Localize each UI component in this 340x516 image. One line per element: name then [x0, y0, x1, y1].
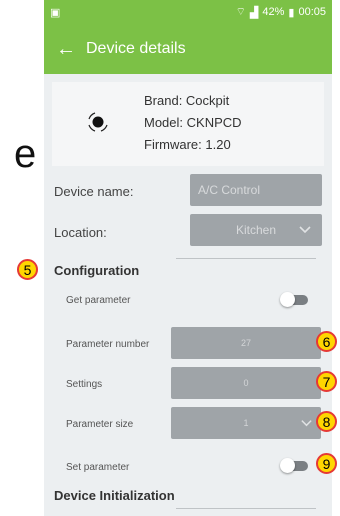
callout-badge-6: 6 — [316, 331, 337, 352]
location-label: Location: — [54, 225, 107, 240]
parameter-size-label: Parameter size — [66, 419, 134, 430]
parameter-number-input[interactable]: 27 — [171, 327, 321, 359]
device-model: Model: CKNPCD — [144, 115, 242, 130]
callout-badge-8: 8 — [316, 411, 337, 432]
toggle-knob — [280, 292, 295, 307]
clock: 00:05 — [298, 6, 326, 18]
get-parameter-toggle[interactable] — [280, 292, 308, 307]
battery-text: 42% — [262, 6, 285, 18]
app-bar: ← Device details — [44, 24, 332, 74]
device-name-label: Device name: — [54, 184, 134, 199]
device-initialization-title: Device Initialization — [54, 488, 175, 503]
callout-badge-9: 9 — [316, 453, 337, 474]
status-right: ⌔ ▟ 42% ▮ 00:05 — [236, 5, 326, 19]
battery-icon: ▮ — [288, 6, 295, 19]
wifi-icon: ⌔ — [235, 6, 246, 18]
set-parameter-toggle[interactable] — [280, 458, 308, 473]
divider — [176, 258, 316, 259]
configuration-title: Configuration — [54, 263, 140, 278]
signal-icon: ▟ — [249, 6, 259, 19]
callout-badge-7: 7 — [316, 371, 337, 392]
device-name-input[interactable]: A/C Control — [190, 174, 322, 206]
device-firmware: Firmware: 1.20 — [144, 137, 231, 152]
screen-icon: ▣ — [50, 6, 61, 19]
device-text: Brand: Cockpit Model: CKNPCD Firmware: 1… — [144, 90, 242, 156]
device-brand: Brand: Cockpit — [144, 93, 230, 108]
settings-label: Settings — [66, 379, 103, 390]
divider — [176, 508, 316, 509]
device-info-card: Brand: Cockpit Model: CKNPCD Firmware: 1… — [52, 82, 324, 166]
location-value: Kitchen — [235, 223, 277, 237]
get-parameter-label: Get parameter — [66, 295, 131, 306]
device-icon — [88, 112, 108, 132]
phone-screen: ▣ ⌔ ▟ 42% ▮ 00:05 ← Device details Brand… — [44, 0, 332, 516]
chevron-down-icon — [301, 420, 312, 427]
background-text: e — [14, 132, 37, 176]
screenshot-stage: e ▣ ⌔ ▟ 42% ▮ 00:05 ← Device details Bra… — [0, 0, 340, 516]
parameter-number-label: Parameter number — [66, 339, 150, 350]
parameter-size-value: 1 — [243, 418, 249, 428]
callout-badge-5: 5 — [17, 259, 38, 280]
arrow-left-icon[interactable]: ← — [56, 38, 86, 61]
set-parameter-label: Set parameter — [66, 462, 130, 473]
chevron-down-icon — [299, 226, 311, 234]
settings-input[interactable]: 0 — [171, 367, 321, 399]
status-bar: ▣ ⌔ ▟ 42% ▮ 00:05 — [44, 0, 332, 24]
page-title: Device details — [86, 40, 186, 57]
toggle-knob — [280, 458, 295, 473]
parameter-size-select[interactable]: 1 — [171, 407, 321, 439]
location-select[interactable]: Kitchen — [190, 214, 322, 246]
